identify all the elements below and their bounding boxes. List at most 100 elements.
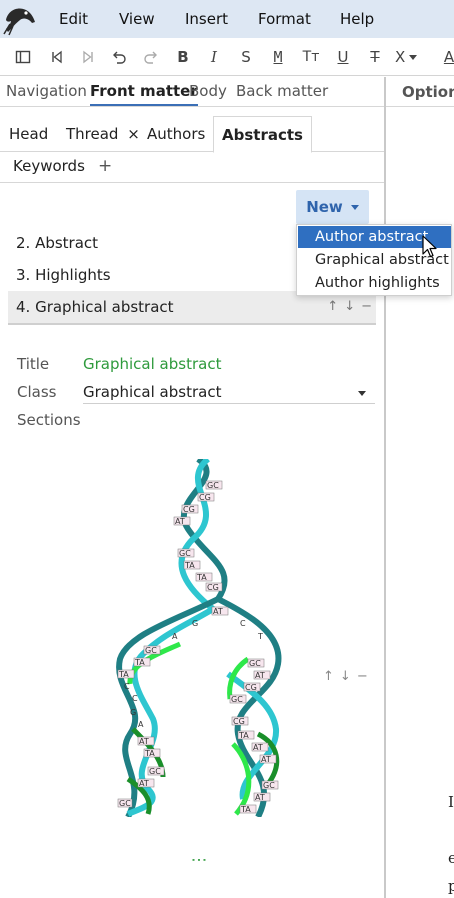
row-controls: ↑ ↓ − bbox=[327, 299, 372, 314]
svg-text:TA: TA bbox=[144, 749, 155, 758]
undo-icon[interactable] bbox=[108, 46, 130, 68]
smallcaps-icon[interactable]: S bbox=[235, 46, 257, 68]
text-size-icon[interactable]: Tт bbox=[300, 46, 322, 68]
svg-text:AT: AT bbox=[213, 607, 223, 616]
svg-text:TA: TA bbox=[134, 658, 145, 667]
skip-forward-icon[interactable] bbox=[77, 46, 99, 68]
subtab-keywords[interactable]: Keywords bbox=[13, 157, 85, 175]
font-color-icon[interactable]: A bbox=[444, 46, 454, 68]
svg-text:AT: AT bbox=[175, 517, 185, 526]
svg-text:GC: GC bbox=[231, 695, 243, 704]
svg-text:AT: AT bbox=[253, 743, 263, 752]
svg-text:CG: CG bbox=[207, 583, 219, 592]
new-abstract-button[interactable]: New bbox=[296, 190, 369, 224]
menubar: Edit View Insert Format Help bbox=[0, 0, 454, 38]
section-row-controls: ↑ ↓ − bbox=[323, 669, 368, 684]
menu-view[interactable]: View bbox=[119, 10, 155, 28]
close-icon[interactable]: × bbox=[127, 125, 140, 143]
chevron-down-icon[interactable] bbox=[358, 391, 366, 396]
svg-text:AT: AT bbox=[139, 737, 149, 746]
tab-navigation[interactable]: Navigation bbox=[6, 82, 87, 100]
svg-text:GC: GC bbox=[149, 767, 161, 776]
svg-text:AT: AT bbox=[255, 671, 265, 680]
move-down-icon[interactable]: ↓ bbox=[340, 669, 351, 684]
clear-format-glyph: X bbox=[395, 48, 406, 66]
document-text-fragment: I bbox=[448, 793, 454, 811]
tab-options[interactable]: Options bbox=[386, 77, 454, 107]
subtab-head[interactable]: Head bbox=[9, 125, 48, 143]
redo-icon[interactable] bbox=[140, 46, 162, 68]
svg-text:GC: GC bbox=[249, 659, 261, 668]
svg-text:C: C bbox=[132, 694, 138, 703]
abstract-label: 3. Highlights bbox=[16, 266, 111, 284]
svg-text:GC: GC bbox=[263, 781, 275, 790]
svg-text:CG: CG bbox=[199, 493, 211, 502]
chevron-down-icon bbox=[409, 54, 418, 60]
dropdown-item-author-highlights[interactable]: Author highlights bbox=[298, 272, 451, 294]
svg-text:AT: AT bbox=[139, 779, 149, 788]
svg-text:TA: TA bbox=[240, 805, 251, 814]
clear-format-icon[interactable]: X bbox=[395, 46, 429, 68]
subtab-thread[interactable]: Thread × bbox=[66, 125, 140, 143]
move-up-icon[interactable]: ↑ bbox=[327, 299, 338, 314]
svg-text:G: G bbox=[192, 619, 198, 628]
tab-back-matter[interactable]: Back matter bbox=[236, 82, 328, 100]
svg-text:AT: AT bbox=[261, 755, 271, 764]
svg-text:GC: GC bbox=[207, 481, 219, 490]
options-label: Options bbox=[402, 83, 454, 101]
svg-text:GC: GC bbox=[119, 799, 131, 808]
sections-label: Sections bbox=[17, 411, 81, 429]
new-button-label: New bbox=[306, 198, 343, 216]
front-matter-pane: Navigation Front matter Body Back matter… bbox=[0, 77, 384, 898]
subtab-thread-label: Thread bbox=[66, 125, 119, 143]
add-subtab-button[interactable]: + bbox=[98, 156, 112, 176]
menu-insert[interactable]: Insert bbox=[185, 10, 228, 28]
title-value[interactable]: Graphical abstract bbox=[83, 355, 221, 373]
sidebar-icon[interactable] bbox=[12, 46, 34, 68]
svg-text:TA: TA bbox=[184, 561, 195, 570]
chevron-down-icon bbox=[350, 204, 359, 210]
class-select[interactable]: Graphical abstract bbox=[83, 383, 221, 401]
svg-text:TA: TA bbox=[238, 731, 249, 740]
svg-text:G: G bbox=[130, 708, 136, 717]
app-logo-icon bbox=[0, 0, 40, 38]
front-matter-subtabs: Head Thread × Authors Abstracts Keywords… bbox=[0, 107, 384, 183]
class-label: Class bbox=[17, 383, 57, 401]
more-options-icon[interactable]: ⋮ bbox=[190, 852, 209, 868]
section-tabs: Navigation Front matter Body Back matter bbox=[0, 77, 384, 107]
title-label: Title bbox=[17, 355, 50, 373]
menu-edit[interactable]: Edit bbox=[59, 10, 88, 28]
subtab-abstracts[interactable]: Abstracts bbox=[213, 116, 312, 153]
tab-body[interactable]: Body bbox=[189, 82, 227, 100]
tab-front-matter[interactable]: Front matter bbox=[90, 82, 198, 106]
subtab-authors[interactable]: Authors bbox=[147, 125, 205, 143]
abstract-label: 4. Graphical abstract bbox=[16, 298, 174, 316]
svg-text:T: T bbox=[257, 632, 263, 641]
svg-text:C: C bbox=[124, 682, 130, 691]
menu-help[interactable]: Help bbox=[340, 10, 374, 28]
move-down-icon[interactable]: ↓ bbox=[344, 299, 355, 314]
remove-icon[interactable]: − bbox=[361, 299, 372, 314]
document-text-fragment: e bbox=[448, 849, 454, 867]
svg-text:GC: GC bbox=[145, 646, 157, 655]
svg-text:A: A bbox=[138, 720, 144, 729]
svg-text:AT: AT bbox=[255, 793, 265, 802]
svg-text:TA: TA bbox=[118, 670, 129, 679]
italic-icon[interactable]: I bbox=[203, 46, 225, 68]
class-select-underline bbox=[83, 403, 375, 404]
strikethrough-icon[interactable]: T bbox=[364, 46, 386, 68]
subtab-divider bbox=[0, 151, 384, 152]
list-item[interactable]: 4. Graphical abstract ↑ ↓ − bbox=[8, 291, 376, 325]
move-up-icon[interactable]: ↑ bbox=[323, 669, 334, 684]
underline-icon[interactable]: U bbox=[332, 46, 354, 68]
svg-text:GC: GC bbox=[179, 549, 191, 558]
mouse-pointer-icon bbox=[422, 235, 437, 258]
skip-back-icon[interactable] bbox=[46, 46, 68, 68]
svg-text:A: A bbox=[172, 632, 178, 641]
bold-icon[interactable]: B bbox=[172, 46, 194, 68]
remove-icon[interactable]: − bbox=[357, 669, 368, 684]
svg-text:CG: CG bbox=[245, 683, 257, 692]
document-text-fragment: p bbox=[448, 877, 454, 895]
monospace-icon[interactable]: M bbox=[267, 46, 289, 68]
menu-format[interactable]: Format bbox=[258, 10, 311, 28]
